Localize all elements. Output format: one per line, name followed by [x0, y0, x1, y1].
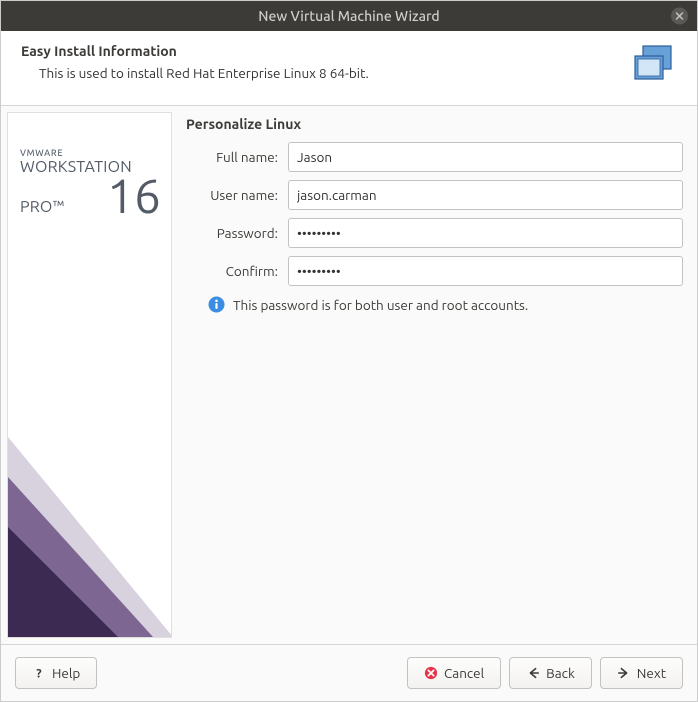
decorative-triangle-icon: [8, 377, 171, 637]
monitor-icon: [631, 43, 677, 93]
button-bar: ? Help Cancel Back: [1, 644, 697, 701]
info-icon: [208, 296, 225, 313]
header-title: Easy Install Information: [21, 43, 619, 59]
main-area: VMWARE WORKSTATION PRO™ 16 Personalize L…: [1, 106, 697, 644]
username-label: User name:: [186, 187, 278, 203]
fullname-label: Full name:: [186, 149, 278, 165]
back-button[interactable]: Back: [509, 657, 592, 689]
svg-text:?: ?: [36, 667, 42, 680]
vmware-logo: VMWARE WORKSTATION PRO™ 16: [20, 148, 161, 216]
question-icon: ?: [32, 666, 46, 680]
password-label: Password:: [186, 225, 278, 241]
header-section: Easy Install Information This is used to…: [1, 31, 697, 106]
section-title: Personalize Linux: [186, 116, 683, 132]
confirm-input[interactable]: [288, 256, 683, 286]
confirm-row: Confirm:: [186, 256, 683, 286]
cancel-button[interactable]: Cancel: [407, 657, 501, 689]
username-row: User name:: [186, 180, 683, 210]
fullname-input[interactable]: [288, 142, 683, 172]
back-label: Back: [546, 665, 575, 681]
password-input[interactable]: [288, 218, 683, 248]
close-icon: [675, 12, 684, 21]
cancel-icon: [424, 666, 438, 680]
cancel-label: Cancel: [444, 665, 484, 681]
form-area: Personalize Linux Full name: User name: …: [172, 106, 697, 644]
brand-small: VMWARE: [20, 148, 161, 158]
brand-version: 16: [107, 176, 161, 216]
help-button[interactable]: ? Help: [15, 657, 97, 689]
titlebar: New Virtual Machine Wizard: [1, 1, 697, 31]
username-input[interactable]: [288, 180, 683, 210]
close-button[interactable]: [671, 8, 688, 25]
side-graphic: VMWARE WORKSTATION PRO™ 16: [7, 112, 172, 638]
window-title: New Virtual Machine Wizard: [258, 8, 439, 24]
arrow-left-icon: [526, 666, 540, 680]
info-text: This password is for both user and root …: [233, 297, 528, 313]
fullname-row: Full name:: [186, 142, 683, 172]
next-label: Next: [637, 665, 666, 681]
password-row: Password:: [186, 218, 683, 248]
help-label: Help: [52, 665, 80, 681]
header-text: Easy Install Information This is used to…: [21, 43, 619, 81]
wizard-window: New Virtual Machine Wizard Easy Install …: [0, 0, 698, 702]
confirm-label: Confirm:: [186, 263, 278, 279]
next-button[interactable]: Next: [600, 657, 683, 689]
arrow-right-icon: [617, 666, 631, 680]
brand-line2: PRO™: [20, 198, 64, 216]
header-description: This is used to install Red Hat Enterpri…: [39, 65, 619, 81]
info-row: This password is for both user and root …: [208, 296, 683, 313]
